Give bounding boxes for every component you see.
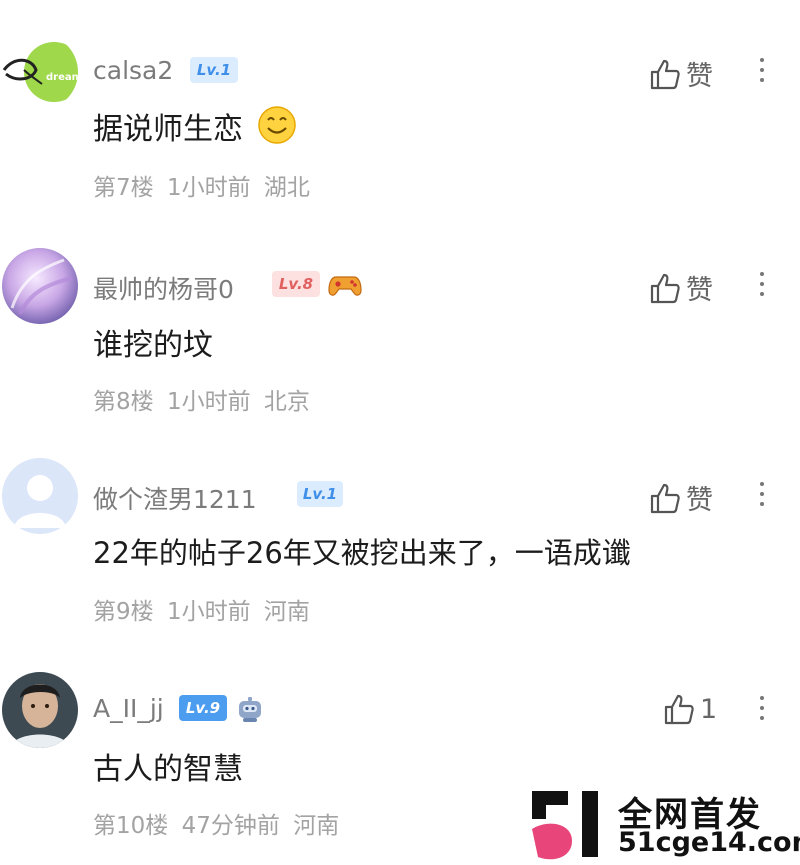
comment-meta: 第8楼 1小时前 北京	[93, 382, 310, 416]
avatar-logo-text: drean	[46, 72, 78, 83]
watermark-logo-icon	[532, 791, 598, 860]
comment-text: 谁挖的坟	[93, 328, 213, 363]
more-options-button[interactable]	[752, 696, 772, 720]
post-time: 1小时前	[166, 389, 251, 415]
like-button[interactable]: 赞	[648, 268, 713, 307]
comment-meta: 第10楼 47分钟前 河南	[93, 806, 339, 840]
smile-emoji-icon	[257, 106, 296, 144]
location: 河南	[293, 813, 340, 839]
default-avatar-icon	[2, 458, 78, 534]
comment-meta: 第7楼 1小时前 湖北	[93, 168, 310, 202]
dot-icon	[760, 78, 764, 82]
dot-icon	[760, 706, 764, 710]
avatar[interactable]	[2, 672, 78, 748]
more-options-button[interactable]	[752, 272, 772, 296]
more-options-button[interactable]	[752, 482, 772, 506]
avatar[interactable]	[2, 248, 78, 324]
like-button[interactable]: 赞	[648, 478, 713, 517]
floor-number: 第7楼	[93, 175, 154, 201]
username[interactable]: calsa2	[93, 56, 173, 85]
post-time: 47分钟前	[181, 813, 280, 839]
username[interactable]: A_II_jj	[93, 694, 164, 723]
floor-number: 第10楼	[93, 813, 169, 839]
username[interactable]: 最帅的杨哥0	[93, 270, 234, 306]
watermark: 全网首发 51cge14.com	[528, 783, 800, 865]
floor-number: 第9楼	[93, 599, 154, 625]
post-time: 1小时前	[166, 175, 251, 201]
level-badge: Lv.1	[297, 481, 343, 507]
floor-number: 第8楼	[93, 389, 154, 415]
comment-text: 古人的智慧	[93, 752, 243, 787]
comment-text: 据说师生恋	[93, 104, 297, 148]
post-time: 1小时前	[166, 599, 251, 625]
location: 北京	[263, 389, 310, 415]
like-button[interactable]: 1	[662, 692, 717, 726]
dot-icon	[760, 272, 764, 276]
location: 湖北	[263, 175, 310, 201]
level-badge: Lv.8	[272, 271, 320, 297]
dot-icon	[760, 58, 764, 62]
dot-icon	[760, 696, 764, 700]
avatar[interactable]	[2, 458, 78, 534]
like-label: 赞	[686, 485, 713, 516]
more-options-button[interactable]	[752, 58, 772, 82]
dot-icon	[760, 68, 764, 72]
avatar[interactable]: drean	[2, 34, 78, 110]
dot-icon	[760, 292, 764, 296]
like-label: 赞	[686, 61, 713, 92]
thumbs-up-icon	[650, 273, 680, 303]
thumbs-up-icon	[650, 59, 680, 89]
thumbs-up-icon	[664, 694, 694, 725]
robot-icon	[239, 697, 261, 722]
thumbs-up-icon	[650, 483, 680, 513]
username[interactable]: 做个渣男1211	[93, 480, 257, 516]
dot-icon	[760, 482, 764, 486]
like-count: 1	[700, 693, 718, 725]
like-button[interactable]: 赞	[648, 54, 713, 93]
location: 河南	[263, 599, 310, 625]
gamepad-icon	[328, 276, 362, 296]
comment-meta: 第9楼 1小时前 河南	[93, 592, 310, 626]
comment-text: 22年的帖子26年又被挖出来了，一语成谶	[93, 536, 631, 570]
like-label: 赞	[686, 275, 713, 306]
level-badge: Lv.1	[190, 57, 238, 83]
dot-icon	[760, 282, 764, 286]
dot-icon	[760, 716, 764, 720]
dot-icon	[760, 502, 764, 506]
level-badge: Lv.9	[179, 695, 227, 721]
watermark-url: 51cge14.com	[618, 827, 800, 858]
dot-icon	[760, 492, 764, 496]
